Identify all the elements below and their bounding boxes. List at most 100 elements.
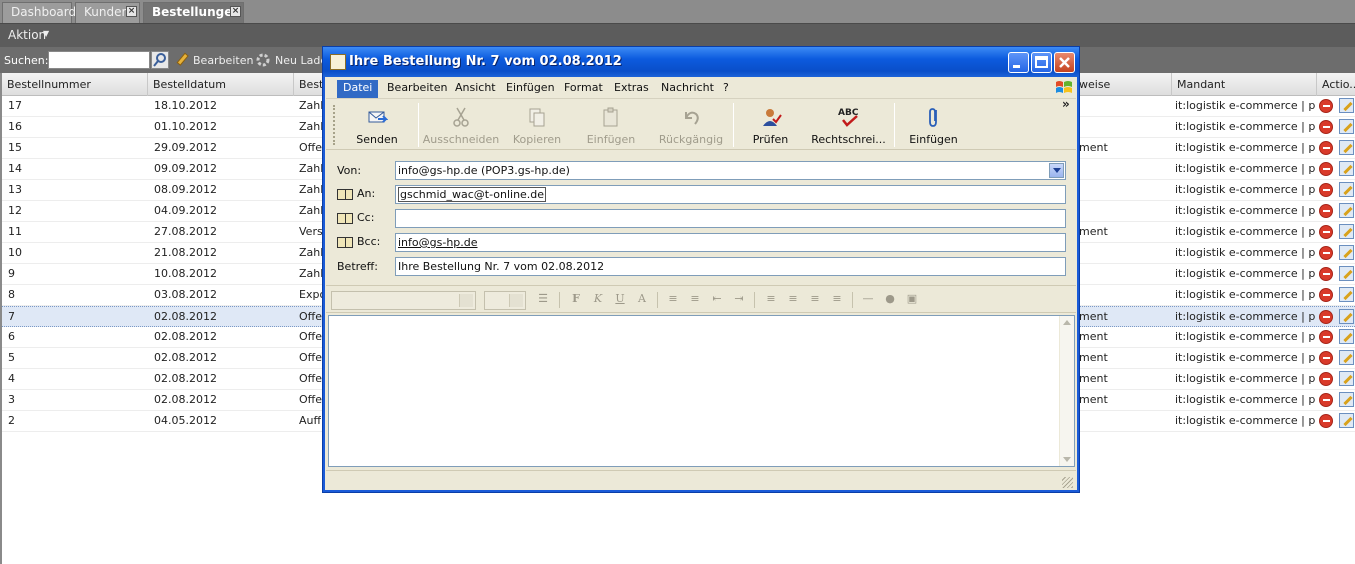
bold-icon[interactable]: F: [569, 292, 583, 306]
column-header-zahlungsweise[interactable]: weise: [1074, 73, 1172, 96]
close-button[interactable]: [1054, 52, 1075, 73]
undo-button[interactable]: Rückgängig: [651, 100, 731, 150]
column-header-actions[interactable]: Actio...: [1317, 73, 1355, 96]
edit-icon[interactable]: [1339, 140, 1354, 155]
minimize-button[interactable]: [1008, 52, 1029, 73]
edit-icon[interactable]: [1339, 350, 1354, 365]
delete-icon[interactable]: [1319, 204, 1333, 218]
edit-icon[interactable]: [1339, 392, 1354, 407]
edit-icon[interactable]: [1339, 287, 1354, 302]
hyperlink-icon[interactable]: ●: [883, 292, 897, 306]
maximize-button[interactable]: [1031, 52, 1052, 73]
tab-bestellungen[interactable]: Bestellungen ×: [143, 2, 244, 23]
font-family-select[interactable]: [331, 291, 476, 310]
delete-icon[interactable]: [1319, 162, 1333, 176]
delete-icon[interactable]: [1319, 372, 1333, 386]
indent-icon[interactable]: ⇥: [732, 292, 746, 306]
resize-grip[interactable]: [1062, 477, 1073, 488]
outdent-icon[interactable]: ⇤: [710, 292, 724, 306]
edit-icon[interactable]: [1339, 266, 1354, 281]
menu-ansicht[interactable]: Ansicht: [449, 80, 502, 98]
address-book-icon[interactable]: [337, 237, 353, 248]
close-icon[interactable]: ×: [126, 6, 137, 17]
edit-button[interactable]: Bearbeiten: [193, 54, 253, 67]
address-book-icon[interactable]: [337, 213, 353, 224]
vertical-scrollbar[interactable]: [1059, 316, 1074, 466]
menu-datei[interactable]: Datei: [337, 80, 379, 98]
delete-icon[interactable]: [1319, 99, 1333, 113]
delete-icon[interactable]: [1319, 225, 1333, 239]
scroll-down-icon[interactable]: [1063, 457, 1071, 462]
send-button[interactable]: Senden: [342, 100, 412, 150]
search-button[interactable]: [151, 51, 169, 69]
menu-einfuegen[interactable]: Einfügen: [500, 80, 561, 98]
toolbar-overflow[interactable]: »: [1062, 97, 1070, 111]
edit-icon[interactable]: [1339, 329, 1354, 344]
delete-icon[interactable]: [1319, 310, 1333, 324]
edit-icon[interactable]: [1339, 224, 1354, 239]
numbered-list-icon[interactable]: ≡: [666, 292, 680, 306]
edit-icon[interactable]: [1339, 203, 1354, 218]
edit-icon[interactable]: [1339, 371, 1354, 386]
delete-icon[interactable]: [1319, 288, 1333, 302]
delete-icon[interactable]: [1319, 141, 1333, 155]
subject-field[interactable]: Ihre Bestellung Nr. 7 vom 02.08.2012: [395, 257, 1066, 276]
edit-icon[interactable]: [1339, 245, 1354, 260]
spelling-button[interactable]: ABC Rechtschrei...: [806, 100, 891, 150]
check-names-button[interactable]: Prüfen: [738, 100, 803, 150]
horizontal-line-icon[interactable]: —: [861, 292, 875, 306]
delete-icon[interactable]: [1319, 246, 1333, 260]
delete-icon[interactable]: [1319, 414, 1333, 428]
close-icon[interactable]: ×: [230, 6, 241, 17]
column-header-bestellnummer[interactable]: Bestellnummer: [2, 73, 148, 96]
from-select[interactable]: info@gs-hp.de (POP3.gs-hp.de): [395, 161, 1066, 180]
address-book-icon[interactable]: [337, 189, 353, 200]
column-header-mandant[interactable]: Mandant: [1172, 73, 1317, 96]
bcc-field[interactable]: info@gs-hp.de: [395, 233, 1066, 252]
menu-nachricht[interactable]: Nachricht: [655, 80, 720, 98]
edit-icon[interactable]: [1339, 182, 1354, 197]
tab-dashboard[interactable]: Dashboard: [2, 2, 76, 23]
align-right-icon[interactable]: ≡: [808, 292, 822, 306]
delete-icon[interactable]: [1319, 393, 1333, 407]
font-size-select[interactable]: [484, 291, 526, 310]
scroll-up-icon[interactable]: [1063, 320, 1071, 325]
menu-format[interactable]: Format: [558, 80, 609, 98]
chevron-down-icon[interactable]: [1049, 163, 1064, 178]
search-input[interactable]: [48, 51, 150, 69]
underline-icon[interactable]: U: [613, 292, 627, 306]
aktion-menu[interactable]: Aktion: [8, 28, 46, 42]
cc-field[interactable]: [395, 209, 1066, 228]
align-left-icon[interactable]: ≡: [764, 292, 778, 306]
insert-image-icon[interactable]: ▣: [905, 292, 919, 306]
delete-icon[interactable]: [1319, 120, 1333, 134]
italic-icon[interactable]: K: [591, 292, 605, 306]
edit-icon[interactable]: [1339, 309, 1354, 324]
bullet-list-icon[interactable]: ≡: [688, 292, 702, 306]
column-header-bestelldatum[interactable]: Bestelldatum: [148, 73, 294, 96]
toolbar-grip[interactable]: [333, 105, 336, 145]
to-field[interactable]: gschmid_wac@t-online.de: [395, 185, 1066, 204]
font-color-icon[interactable]: A: [635, 292, 649, 306]
cut-button[interactable]: Ausschneiden: [421, 100, 501, 150]
tab-kunden[interactable]: Kunden ×: [75, 2, 140, 23]
edit-icon[interactable]: [1339, 119, 1354, 134]
window-titlebar[interactable]: Ihre Bestellung Nr. 7 vom 02.08.2012: [323, 47, 1079, 77]
delete-icon[interactable]: [1319, 183, 1333, 197]
edit-icon[interactable]: [1339, 98, 1354, 113]
delete-icon[interactable]: [1319, 267, 1333, 281]
align-center-icon[interactable]: ≡: [786, 292, 800, 306]
delete-icon[interactable]: [1319, 351, 1333, 365]
edit-icon[interactable]: [1339, 413, 1354, 428]
message-body[interactable]: [328, 315, 1075, 467]
menu-help[interactable]: ?: [717, 80, 735, 98]
paste-button[interactable]: Einfügen: [576, 100, 646, 150]
copy-button[interactable]: Kopieren: [502, 100, 572, 150]
attach-button[interactable]: Einfügen: [901, 100, 966, 150]
menu-extras[interactable]: Extras: [608, 80, 655, 98]
edit-icon[interactable]: [1339, 161, 1354, 176]
menu-bearbeiten[interactable]: Bearbeiten: [381, 80, 453, 98]
paragraph-style-icon[interactable]: ☰: [536, 292, 550, 306]
delete-icon[interactable]: [1319, 330, 1333, 344]
justify-icon[interactable]: ≡: [830, 292, 844, 306]
